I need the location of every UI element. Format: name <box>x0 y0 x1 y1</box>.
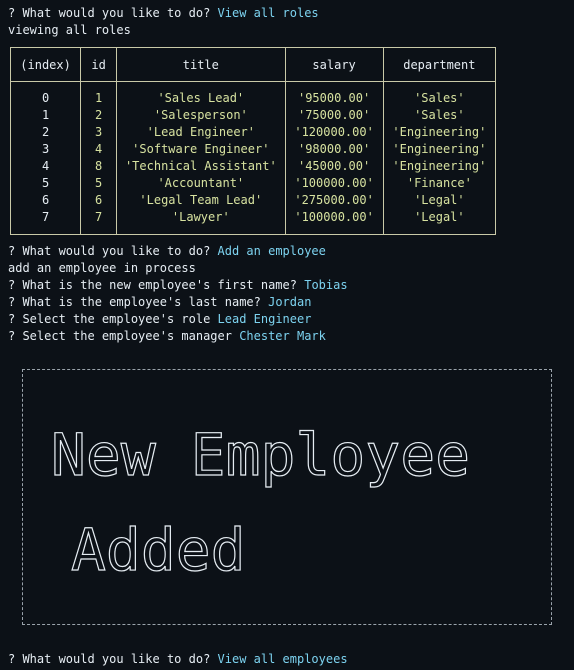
prompt-answer: Jordan <box>268 295 312 309</box>
cell-title: 'Accountant' <box>116 175 286 192</box>
cell-salary: '75000.00' <box>284 107 384 124</box>
cell-title: 'Lawyer' <box>116 209 286 235</box>
cell-id: 5 <box>80 175 118 192</box>
prompt-question: ? Select the employee's role <box>8 312 218 326</box>
ascii-banner: New Employee Added <box>22 369 552 625</box>
prompt-question: ? What would you like to do? <box>8 6 218 20</box>
cell-id: 1 <box>80 81 118 107</box>
col-header-salary: salary <box>284 47 384 82</box>
prompt-question: ? What would you like to do? <box>8 244 218 258</box>
prompt-line: ? What would you like to do? View all ro… <box>8 5 319 22</box>
cell-department: 'Sales' <box>382 107 497 124</box>
prompt-answer: View all roles <box>217 6 319 20</box>
cell-index: 7 <box>9 209 82 235</box>
prompt-question: ? What is the new employee's first name? <box>8 278 305 292</box>
cell-title: 'Salesperson' <box>116 107 286 124</box>
cell-salary: '100000.00' <box>284 175 384 192</box>
output-line: viewing all roles <box>8 23 131 37</box>
prompt-line: ? What is the new employee's first name?… <box>8 277 348 294</box>
output-line: add an employee in process <box>8 261 196 275</box>
cell-department: 'Engineering' <box>382 141 497 158</box>
prompt-line: ? What would you like to do? View all em… <box>8 651 348 668</box>
col-header-title: title <box>116 47 286 82</box>
prompt-question: ? What would you like to do? <box>8 652 218 666</box>
prompt-answer: Tobias <box>304 278 348 292</box>
cell-index: 3 <box>9 141 82 158</box>
cell-salary: '98000.00' <box>284 141 384 158</box>
cell-index: 4 <box>9 158 82 175</box>
table-row: 6 6 'Legal Team Lead' '275000.00' 'Legal' <box>9 192 497 209</box>
cell-id: 3 <box>80 124 118 141</box>
table-row: 2 3 'Lead Engineer' '120000.00' 'Engineering… <box>9 124 497 141</box>
roles-table: (index) id title salary department 0 1 'Sa… <box>9 47 497 235</box>
prompt-line: ? What would you like to do? Add an empl… <box>8 243 326 260</box>
col-header-id: id <box>80 47 118 82</box>
banner-art: New Employee Added <box>50 420 470 584</box>
banner-title: New Employee <box>51 421 470 489</box>
cell-id: 8 <box>80 158 118 175</box>
cell-salary: '120000.00' <box>284 124 384 141</box>
table-row: 5 5 'Accountant' '100000.00' 'Finance' <box>9 175 497 192</box>
cell-salary: '275000.00' <box>284 192 384 209</box>
prompt-question: ? What is the employee's last name? <box>8 295 269 309</box>
table-row: 7 7 'Lawyer' '100000.00' 'Legal' <box>9 209 497 235</box>
col-header-index: (index) <box>9 47 82 82</box>
table-row: 4 8 'Technical Assistant' '45000.00' 'Engine… <box>9 158 497 175</box>
cell-id: 7 <box>80 209 118 235</box>
cell-index: 1 <box>9 107 82 124</box>
cell-index: 5 <box>9 175 82 192</box>
cell-department: 'Sales' <box>382 81 497 107</box>
prompt-answer: Lead Engineer <box>217 312 312 326</box>
table-row: 1 2 'Salesperson' '75000.00' 'Sales' <box>9 107 497 124</box>
cell-index: 0 <box>9 81 82 107</box>
prompt-answer: View all employees <box>217 652 348 666</box>
cell-salary: '45000.00' <box>284 158 384 175</box>
cell-department: 'Engineering' <box>382 124 497 141</box>
banner-subtitle: Added <box>71 516 246 584</box>
cell-id: 4 <box>80 141 118 158</box>
cell-department: 'Legal' <box>382 192 497 209</box>
cell-title: 'Sales Lead' <box>116 81 286 107</box>
table-body: 0 1 'Sales Lead' '95000.00' 'Sales' 1 2 'Salesp… <box>9 81 497 235</box>
prompt-answer: Chester Mark <box>239 329 326 343</box>
cell-id: 6 <box>80 192 118 209</box>
col-header-department: department <box>382 47 497 82</box>
cell-id: 2 <box>80 107 118 124</box>
prompt-line: ? Select the employee's manager Chester … <box>8 328 326 345</box>
cell-title: 'Technical Assistant' <box>116 158 286 175</box>
cell-department: 'Engineering' <box>382 158 497 175</box>
cell-title: 'Lead Engineer' <box>116 124 286 141</box>
terminal-window: ? What would you like to do? View all ro… <box>0 0 574 670</box>
cell-salary: '95000.00' <box>284 81 384 107</box>
prompt-line: ? What is the employee's last name? Jord… <box>8 294 311 311</box>
cell-title: 'Software Engineer' <box>116 141 286 158</box>
table-row: 0 1 'Sales Lead' '95000.00' 'Sales' <box>9 81 497 107</box>
cell-title: 'Legal Team Lead' <box>116 192 286 209</box>
cell-department: 'Legal' <box>382 209 497 235</box>
cell-department: 'Finance' <box>382 175 497 192</box>
cell-index: 6 <box>9 192 82 209</box>
table-row: 3 4 'Software Engineer' '98000.00' 'Engineer… <box>9 141 497 158</box>
cell-index: 2 <box>9 124 82 141</box>
prompt-answer: Add an employee <box>217 244 326 258</box>
cell-salary: '100000.00' <box>284 209 384 235</box>
prompt-line: ? Select the employee's role Lead Engine… <box>8 311 311 328</box>
prompt-question: ? Select the employee's manager <box>8 329 240 343</box>
